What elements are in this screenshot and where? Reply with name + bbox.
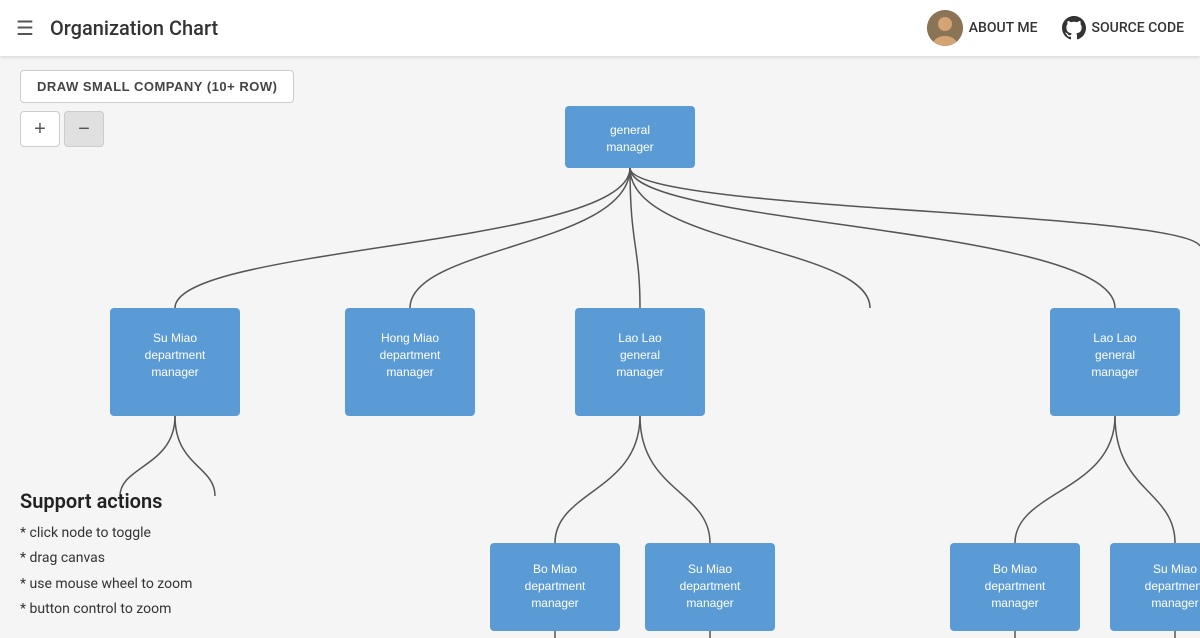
help-title: Support actions [20, 489, 192, 513]
node-bm2-l2: department [985, 579, 1046, 593]
help-item-3: * use mouse wheel to zoom [20, 572, 192, 597]
node-gm-label: general [610, 123, 650, 137]
canvas-area[interactable]: general manager Su Miao department manag… [0, 56, 1200, 638]
zoom-out-button[interactable]: − [64, 111, 104, 147]
node-hm-l2: department [380, 348, 441, 362]
line-ll2-bm2 [1015, 416, 1115, 543]
draw-button[interactable]: DRAW SMALL COMPANY (10+ ROW) [20, 70, 294, 103]
line-ll1-bm1 [555, 416, 640, 543]
avatar [927, 10, 963, 46]
node-bm2-l1: Bo Miao [993, 562, 1037, 576]
line-ll1-sm2 [640, 416, 710, 543]
toolbar: DRAW SMALL COMPANY (10+ ROW) + − [20, 70, 294, 147]
help-panel: Support actions * click node to toggle *… [0, 473, 212, 638]
line-gm-ll1 [630, 168, 640, 308]
node-sm3-l2: department [1145, 579, 1200, 593]
node-ll1-l2: general [620, 348, 660, 362]
line-gm-extra [630, 168, 1200, 246]
node-ll2-l1: Lao Lao [1093, 331, 1137, 345]
line-gm-mid [630, 168, 870, 308]
github-icon [1062, 16, 1086, 40]
node-sm1-l2: department [145, 348, 206, 362]
zoom-in-button[interactable]: + [20, 111, 60, 147]
zoom-controls: + − [20, 111, 294, 147]
header: ☰ Organization Chart ABOUT ME SOURCE COD… [0, 0, 1200, 56]
help-item-2: * drag canvas [20, 546, 192, 571]
node-sm1-l3: manager [151, 365, 198, 379]
help-item-4: * button control to zoom [20, 597, 192, 622]
node-bm2-l3: manager [991, 596, 1038, 610]
menu-icon[interactable]: ☰ [16, 16, 34, 40]
header-right: ABOUT ME SOURCE CODE [927, 10, 1184, 46]
line-gm-ll2 [630, 168, 1115, 308]
app-title: Organization Chart [50, 16, 927, 40]
node-bm1-l1: Bo Miao [533, 562, 577, 576]
source-code-link[interactable]: SOURCE CODE [1062, 16, 1184, 40]
node-bm1-l2: department [525, 579, 586, 593]
node-sm3-l3: manager [1151, 596, 1198, 610]
node-ll2-l3: manager [1091, 365, 1138, 379]
node-ll1-l1: Lao Lao [618, 331, 662, 345]
node-ll2-l2: general [1095, 348, 1135, 362]
node-hm-l1: Hong Miao [381, 331, 439, 345]
line-ll2-sm3 [1115, 416, 1175, 543]
node-ll1-l3: manager [616, 365, 663, 379]
node-sm1-l1: Su Miao [153, 331, 197, 345]
node-sm3-l1: Su Miao [1153, 562, 1197, 576]
help-item-1: * click node to toggle [20, 521, 192, 546]
source-code-label: SOURCE CODE [1092, 20, 1184, 36]
line-gm-sm1 [175, 168, 630, 308]
node-gm-sublabel: manager [606, 140, 653, 154]
avatar-image [927, 10, 963, 46]
node-hm-l3: manager [386, 365, 433, 379]
about-me-label: ABOUT ME [969, 20, 1038, 36]
node-sm2-l3: manager [686, 596, 733, 610]
about-me-link[interactable]: ABOUT ME [927, 10, 1038, 46]
node-sm2-l2: department [680, 579, 741, 593]
node-sm2-l1: Su Miao [688, 562, 732, 576]
node-bm1-l3: manager [531, 596, 578, 610]
